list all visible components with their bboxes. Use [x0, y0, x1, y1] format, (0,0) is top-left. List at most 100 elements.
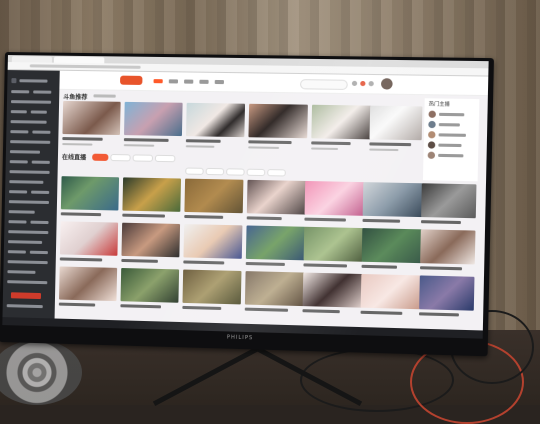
sidebar-item[interactable] — [19, 79, 48, 83]
header-icon[interactable] — [351, 80, 358, 87]
filter-chip[interactable] — [92, 153, 109, 161]
stream-thumbnail[interactable] — [186, 102, 246, 138]
stream-thumbnail[interactable] — [369, 105, 423, 141]
stream-thumbnail[interactable] — [304, 180, 365, 216]
streamer-avatar[interactable] — [428, 110, 436, 118]
stream-title[interactable] — [419, 266, 463, 271]
stream-thumbnail[interactable] — [244, 271, 305, 307]
sidebar-item[interactable] — [10, 130, 29, 134]
stream-thumbnail[interactable] — [182, 269, 242, 305]
stream-thumbnail[interactable] — [362, 182, 423, 218]
stream-thumbnail[interactable] — [246, 179, 307, 215]
sidebar-promo-button[interactable] — [10, 292, 42, 300]
stream-title[interactable] — [245, 261, 285, 266]
stream-title[interactable] — [360, 310, 403, 315]
sidebar-item[interactable] — [7, 250, 26, 254]
stream-title[interactable] — [418, 312, 459, 317]
sidebar-item[interactable] — [7, 260, 48, 265]
stream-thumbnail[interactable] — [58, 266, 118, 302]
sidebar-item[interactable] — [7, 270, 36, 274]
stream-thumbnail[interactable] — [121, 222, 181, 258]
sidebar-item[interactable] — [8, 220, 27, 224]
stream-title[interactable] — [122, 213, 165, 218]
sidebar-item[interactable] — [9, 170, 50, 174]
streamer-avatar[interactable] — [427, 151, 436, 159]
site-logo[interactable] — [120, 75, 143, 85]
stream-thumbnail[interactable] — [184, 178, 244, 214]
streamer-name[interactable] — [439, 112, 465, 117]
search-input[interactable] — [299, 79, 348, 90]
stream-title[interactable] — [302, 309, 340, 314]
sidebar-item[interactable] — [8, 200, 49, 205]
sidebar-item[interactable] — [10, 100, 52, 104]
stream-title[interactable] — [362, 218, 401, 223]
stream-thumbnail[interactable] — [303, 226, 364, 262]
streamer-name[interactable] — [438, 123, 460, 127]
streamer-name[interactable] — [438, 153, 464, 158]
stream-title[interactable] — [184, 214, 224, 219]
stream-thumbnail[interactable] — [419, 275, 475, 311]
sidebar-item[interactable] — [10, 140, 51, 144]
sidebar-item[interactable] — [11, 90, 30, 94]
filter-chip[interactable] — [226, 168, 245, 176]
sidebar-item[interactable] — [9, 180, 44, 184]
stream-thumbnail[interactable] — [183, 224, 243, 259]
stream-title[interactable] — [246, 216, 282, 221]
stream-thumbnail[interactable] — [420, 229, 476, 265]
stream-title[interactable] — [121, 258, 158, 263]
stream-thumbnail[interactable] — [122, 177, 182, 212]
filter-chip[interactable] — [246, 168, 266, 177]
stream-thumbnail[interactable] — [361, 228, 422, 264]
stream-title[interactable] — [185, 139, 221, 143]
stream-thumbnail[interactable] — [120, 267, 180, 303]
sidebar-item[interactable] — [30, 110, 47, 114]
streamer-name[interactable] — [438, 143, 462, 148]
stream-title[interactable] — [420, 220, 461, 225]
filter-chip[interactable] — [267, 169, 286, 177]
sidebar-item[interactable] — [32, 130, 51, 134]
stream-title[interactable] — [60, 212, 102, 217]
header-icon[interactable] — [368, 81, 374, 87]
sidebar-item[interactable] — [9, 150, 41, 154]
stream-title[interactable] — [62, 137, 103, 141]
stream-title[interactable] — [182, 305, 222, 310]
sidebar-item[interactable] — [9, 160, 28, 164]
stream-thumbnail[interactable] — [302, 272, 363, 308]
stream-title[interactable] — [361, 264, 398, 269]
filter-chip[interactable] — [185, 167, 204, 175]
sidebar-item[interactable] — [31, 160, 50, 164]
streamer-name[interactable] — [438, 133, 466, 137]
stream-thumbnail[interactable] — [248, 103, 308, 139]
nav-item[interactable] — [168, 79, 179, 84]
header-icon[interactable] — [360, 80, 366, 87]
stream-title[interactable] — [58, 302, 96, 307]
sidebar-item[interactable] — [33, 90, 52, 94]
stream-thumbnail[interactable] — [124, 101, 183, 137]
nav-item[interactable] — [153, 79, 163, 84]
stream-title[interactable] — [59, 257, 103, 262]
sidebar-item[interactable] — [8, 240, 43, 244]
sidebar-item[interactable] — [30, 220, 49, 225]
stream-thumbnail[interactable] — [245, 225, 306, 261]
nav-item[interactable] — [199, 79, 209, 84]
stream-title[interactable] — [120, 304, 162, 309]
filter-chip[interactable] — [132, 154, 154, 162]
nav-item[interactable] — [184, 79, 194, 84]
sidebar-item[interactable] — [8, 210, 35, 214]
stream-title[interactable] — [304, 217, 346, 222]
sidebar-icon[interactable] — [11, 78, 17, 84]
sidebar-item[interactable] — [8, 230, 49, 235]
stream-thumbnail[interactable] — [62, 100, 121, 136]
stream-thumbnail[interactable] — [360, 273, 421, 310]
sidebar-item[interactable] — [9, 190, 28, 194]
streamer-avatar[interactable] — [428, 120, 436, 129]
sidebar-item[interactable] — [10, 110, 27, 114]
stream-title[interactable] — [123, 138, 169, 142]
stream-thumbnail[interactable] — [59, 221, 119, 256]
streamer-avatar[interactable] — [428, 131, 436, 139]
sidebar-item[interactable] — [29, 250, 48, 255]
sidebar-item[interactable] — [6, 304, 43, 309]
sidebar-item[interactable] — [10, 120, 47, 124]
stream-title[interactable] — [183, 260, 225, 265]
filter-chip[interactable] — [154, 154, 176, 163]
